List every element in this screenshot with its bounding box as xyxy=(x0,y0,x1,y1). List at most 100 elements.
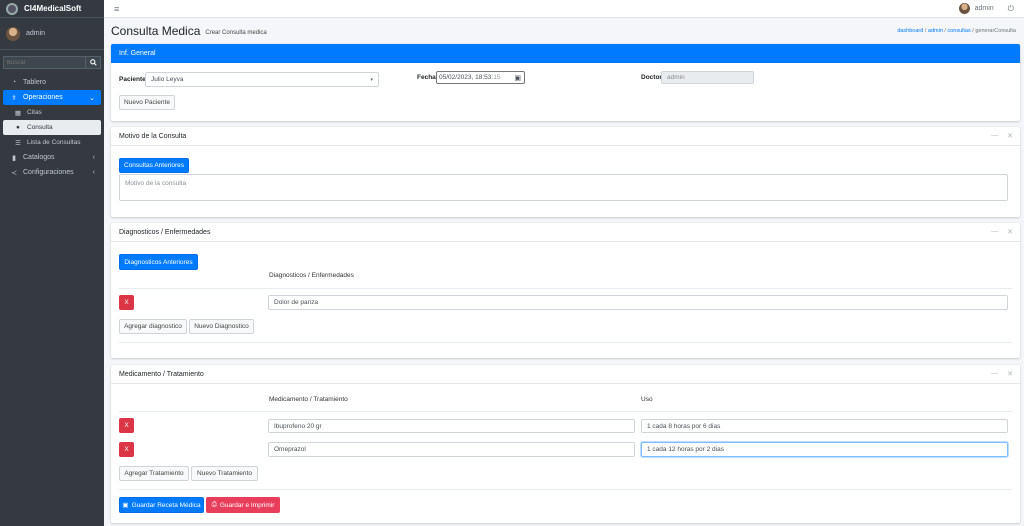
delete-diagnostico-button[interactable]: X xyxy=(119,295,134,310)
sidebar-item-label: Configuraciones xyxy=(23,169,74,176)
avatar xyxy=(6,26,20,41)
search-button[interactable] xyxy=(86,56,101,69)
brand-name: CI4MedicalSoft xyxy=(24,4,82,13)
chevron-down-icon: ⌄ xyxy=(89,94,95,102)
print-icon: ⎙ xyxy=(211,501,217,508)
divider xyxy=(119,288,1012,289)
topbar-user: admin ⏻ xyxy=(958,3,1014,14)
guardar-receta-label: Guardar Receta Médica xyxy=(131,501,201,509)
diagnostico-value: Dolor de panza xyxy=(274,299,319,306)
card-tools: — ✕ xyxy=(991,132,1013,140)
fecha-value: 05/02/2023, 18:53: xyxy=(439,74,494,81)
fecha-label: Fecha xyxy=(417,74,436,81)
page-subtitle: Crear Consulta medica xyxy=(205,29,267,36)
topbar-user-name[interactable]: admin xyxy=(975,5,994,12)
sidebar-item-lista-consultas[interactable]: ☰ Lista de Consultas xyxy=(3,135,101,150)
calendar-icon: ▦ xyxy=(14,109,22,117)
agregar-tratamiento-button[interactable]: Agregar Tratamiento xyxy=(119,466,189,481)
delete-medicamento-button[interactable]: X xyxy=(119,442,134,457)
breadcrumb-consultas[interactable]: consultas xyxy=(947,28,970,34)
medicamento-card: Medicamento / Tratamiento — ✕ Medicamento… xyxy=(111,365,1020,523)
sidebar-item-tablero[interactable]: ◔ Tablero xyxy=(3,75,101,90)
sidebar-item-label: Lista de Consultas xyxy=(27,139,81,146)
collapse-icon[interactable]: — xyxy=(991,132,998,140)
user-panel[interactable]: admin xyxy=(0,18,104,50)
nuevo-paciente-button[interactable]: Nuevo Paciente xyxy=(119,95,175,110)
breadcrumb: dashboard / admin / consultas / generarC… xyxy=(897,28,1016,34)
delete-medicamento-button[interactable]: X xyxy=(119,418,134,433)
paciente-label: Paciente xyxy=(119,76,146,83)
medicamento-value: Ibuprofeno 20 gr xyxy=(274,422,322,430)
medicamento-input[interactable]: Omeprazol xyxy=(268,442,635,457)
motivo-title: Motivo de la Consulta xyxy=(119,132,187,140)
medicamento-title: Medicamento / Tratamiento xyxy=(119,370,204,378)
nuevo-diagnostico-button[interactable]: Nuevo Diagnostico xyxy=(189,319,254,334)
guardar-imprimir-button[interactable]: ⎙ Guardar e Imprimir xyxy=(206,497,280,513)
close-icon[interactable]: ✕ xyxy=(1007,132,1013,140)
dashboard-icon: ◔ xyxy=(11,79,17,86)
agregar-diagnostico-button[interactable]: Agregar diagnostico xyxy=(119,319,187,334)
doctor-field: admin xyxy=(661,71,754,84)
diagnosticos-anteriores-button[interactable]: Diagnosticos Anteriores xyxy=(119,254,198,270)
guardar-receta-button[interactable]: ▣ Guardar Receta Médica xyxy=(119,497,204,513)
user-name[interactable]: admin xyxy=(26,30,45,37)
sidebar: CI4MedicalSoft admin ◔ Tablero ⚕ Operaci… xyxy=(0,0,104,526)
diagnosticos-title: Diagnosticos / Enfermedades xyxy=(119,228,211,236)
brand-logo-icon xyxy=(6,2,18,15)
uso-input[interactable]: 1 cada 12 horas por 2 dias xyxy=(641,442,1008,457)
close-icon[interactable]: ✕ xyxy=(1007,370,1013,378)
avatar[interactable] xyxy=(958,3,970,14)
sidebar-item-configuraciones[interactable]: ≺ Configuraciones ‹ xyxy=(3,165,101,180)
brand[interactable]: CI4MedicalSoft xyxy=(0,0,104,18)
search-icon xyxy=(89,59,97,66)
nuevo-tratamiento-button[interactable]: Nuevo Tratamiento xyxy=(191,466,258,481)
uso-value: 1 cada 12 horas por 2 dias xyxy=(647,446,724,453)
power-icon[interactable]: ⏻ xyxy=(1008,4,1014,14)
consultas-anteriores-button[interactable]: Consultas Anteriores xyxy=(119,158,189,173)
paciente-select[interactable]: Julio Leyva ▾ xyxy=(145,72,379,87)
breadcrumb-dashboard[interactable]: dashboard xyxy=(897,28,923,34)
uso-column-header: Uso xyxy=(641,396,653,403)
guardar-imprimir-label: Guardar e Imprimir xyxy=(219,501,275,509)
save-icon: ▣ xyxy=(122,502,129,509)
collapse-icon[interactable]: — xyxy=(991,370,998,378)
motivo-placeholder: Motivo de la consulta xyxy=(125,180,187,187)
menu-toggle-icon[interactable]: ≡ xyxy=(114,4,119,14)
medicamento-header: Medicamento / Tratamiento — ✕ xyxy=(111,365,1020,384)
chevron-down-icon: ▾ xyxy=(370,76,373,83)
medicamento-column-header: Medicamento / Tratamiento xyxy=(269,396,348,403)
search-input[interactable] xyxy=(3,56,86,69)
book-icon: ▮ xyxy=(12,154,16,162)
sidebar-search xyxy=(3,56,101,69)
card-tools: — ✕ xyxy=(991,370,1013,378)
calendar-icon[interactable]: ▣ xyxy=(514,74,521,82)
doctor-value: admin xyxy=(667,74,685,81)
share-icon: ≺ xyxy=(11,169,17,177)
sidebar-item-citas[interactable]: ▦ Citas xyxy=(3,105,101,120)
diagnostico-input[interactable]: Dolor de panza xyxy=(268,295,1008,310)
sidebar-item-catalogos[interactable]: ▮ Catalogos ‹ xyxy=(3,150,101,165)
divider xyxy=(119,411,1012,412)
medicamento-value: Omeprazol xyxy=(274,446,306,453)
sidebar-item-operaciones[interactable]: ⚕ Operaciones ⌄ xyxy=(3,90,101,105)
uso-value: 1 cada 8 horas por 6 dias xyxy=(647,422,721,430)
motivo-card: Motivo de la Consulta — ✕ Consultas Anter… xyxy=(111,127,1020,217)
collapse-icon[interactable]: — xyxy=(991,228,998,236)
close-icon[interactable]: ✕ xyxy=(1007,228,1013,236)
card-tools: — ✕ xyxy=(991,228,1013,236)
motivo-textarea[interactable]: Motivo de la consulta xyxy=(119,174,1008,201)
diagnosticos-column-header: Diagnosticos / Enfermedades xyxy=(269,272,354,279)
medicamento-input[interactable]: Ibuprofeno 20 gr xyxy=(268,419,635,433)
content-header: Consulta Medica Crear Consulta medica da… xyxy=(104,18,1024,44)
breadcrumb-admin[interactable]: admin xyxy=(928,28,943,34)
list-icon: ☰ xyxy=(15,139,21,147)
fecha-input[interactable]: 05/02/2023, 18:53: 15 ▣ xyxy=(436,71,525,84)
sidebar-item-consulta[interactable]: ● Consulta xyxy=(3,120,101,135)
uso-input[interactable]: 1 cada 8 horas por 6 dias xyxy=(641,419,1008,433)
doctor-label: Doctor xyxy=(641,74,662,81)
fecha-seconds: 15 xyxy=(493,74,501,81)
motivo-header: Motivo de la Consulta — ✕ xyxy=(111,127,1020,146)
sidebar-item-label: Tablero xyxy=(23,79,46,86)
user-doctor-icon: ● xyxy=(16,124,20,131)
main-content: Consulta Medica Crear Consulta medica da… xyxy=(104,18,1024,526)
